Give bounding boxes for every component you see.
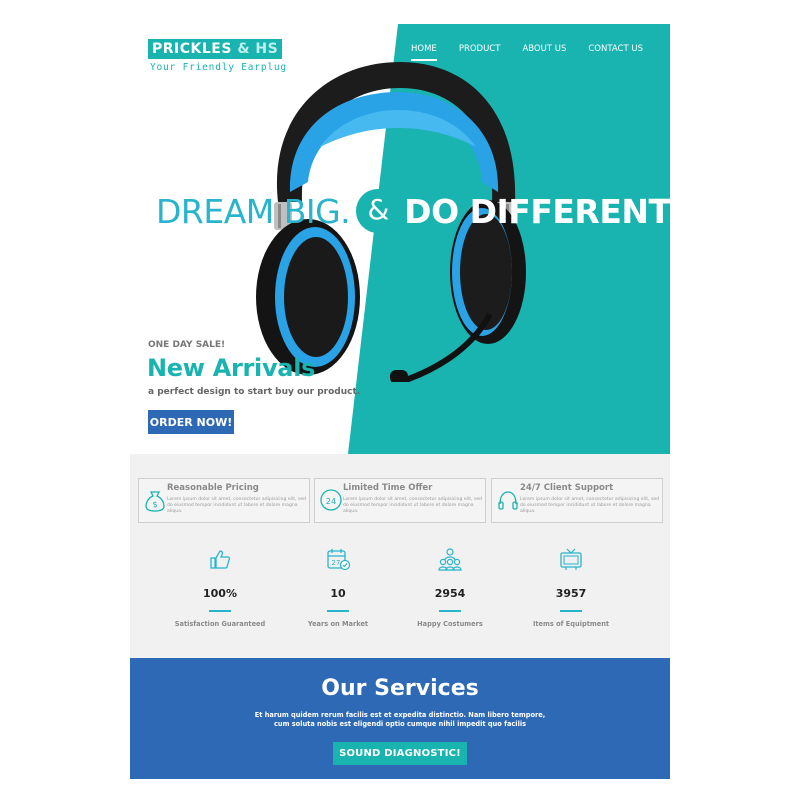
svg-text:$: $ bbox=[152, 500, 157, 509]
brand-amp: & HS bbox=[237, 41, 279, 57]
stat-years: 27 10 Years on Market bbox=[278, 546, 398, 628]
stat-value: 3957 bbox=[555, 587, 587, 600]
hero-headline: DREAM BIG. & DO DIFFERENT bbox=[156, 188, 670, 233]
stat-label: Happy Costumers bbox=[417, 619, 483, 628]
nav-about-us[interactable]: ABOUT US bbox=[511, 43, 577, 55]
feature-card-offer: 24 Limited Time Offer Lorem ipsum dolor … bbox=[314, 478, 486, 523]
brand-name: PRICKLES bbox=[152, 41, 232, 57]
hero-section: PRICKLES & HS Your Friendly Earplug HOME… bbox=[130, 24, 670, 454]
landing-page: PRICKLES & HS Your Friendly Earplug HOME… bbox=[130, 24, 670, 779]
stat-satisfaction: 100% Satisfaction Guaranteed bbox=[160, 546, 280, 628]
stat-value: 10 bbox=[330, 587, 346, 600]
new-arrivals-title: New Arrivals bbox=[147, 354, 316, 382]
stat-divider bbox=[327, 610, 349, 612]
feature-text: Lorem ipsum dolor sit amet, consectetur … bbox=[167, 497, 307, 515]
stat-equipment: 3957 Items of Equiptment bbox=[511, 546, 631, 628]
services-text-line: Et harum quidem rerum facilis est et exp… bbox=[254, 711, 546, 719]
feature-text: Lorem ipsum dolor sit amet, consectetur … bbox=[343, 497, 483, 515]
svg-text:24: 24 bbox=[326, 497, 336, 506]
services-text: Et harum quidem rerum facilis est et exp… bbox=[130, 711, 670, 729]
tv-icon bbox=[560, 548, 582, 570]
people-icon bbox=[438, 548, 462, 571]
hero-subtitle: a perfect design to start buy our produc… bbox=[148, 387, 361, 397]
24h-clock-icon: 24 bbox=[320, 489, 342, 511]
nav-home[interactable]: HOME bbox=[400, 43, 448, 61]
main-nav: HOME PRODUCT ABOUT US CONTACT US bbox=[400, 43, 654, 61]
headphones-icon bbox=[498, 491, 518, 510]
svg-text:27: 27 bbox=[332, 559, 341, 567]
order-now-button[interactable]: ORDER NOW! bbox=[148, 410, 234, 434]
stat-label: Items of Equiptment bbox=[532, 619, 610, 628]
stat-value: 100% bbox=[203, 587, 237, 600]
headline-amp-circle: & bbox=[356, 188, 401, 233]
services-text-line: cum soluta nobis est eligendi optio cumq… bbox=[273, 720, 527, 728]
stat-customers: 2954 Happy Costumers bbox=[390, 546, 510, 628]
feature-title: Limited Time Offer bbox=[343, 483, 433, 493]
stat-label: Years on Market bbox=[307, 619, 369, 628]
brand-name-box: PRICKLES & HS bbox=[148, 39, 283, 59]
stat-divider bbox=[209, 610, 231, 612]
feature-title: 24/7 Client Support bbox=[520, 483, 614, 493]
headline-do-different: DO DIFFERENT bbox=[404, 192, 670, 231]
sound-diagnostic-button[interactable]: SOUND DIAGNOSTIC! bbox=[333, 742, 467, 765]
thumbs-up-icon bbox=[210, 550, 231, 569]
money-bag-icon: $ bbox=[145, 491, 165, 512]
stat-divider bbox=[560, 610, 582, 612]
stat-label: Satisfaction Guaranteed bbox=[174, 619, 266, 628]
feature-card-support: 24/7 Client Support Lorem ipsum dolor si… bbox=[491, 478, 663, 523]
stat-value: 2954 bbox=[434, 587, 466, 600]
feature-title: Reasonable Pricing bbox=[167, 483, 259, 493]
calendar-icon: 27 bbox=[327, 549, 351, 571]
nav-contact-us[interactable]: CONTACT US bbox=[577, 43, 654, 55]
brand-logo[interactable]: PRICKLES & HS Your Friendly Earplug bbox=[148, 38, 287, 73]
nav-product[interactable]: PRODUCT bbox=[448, 43, 512, 55]
headline-dream-big: DREAM BIG. bbox=[156, 192, 351, 231]
services-title: Our Services bbox=[321, 676, 479, 701]
services-section: Our Services Et harum quidem rerum facil… bbox=[130, 658, 670, 779]
feature-text: Lorem ipsum dolor sit amet, consectetur … bbox=[520, 497, 660, 515]
sale-label: ONE DAY SALE! bbox=[148, 340, 226, 350]
brand-tagline: Your Friendly Earplug bbox=[150, 62, 287, 73]
stat-divider bbox=[439, 610, 461, 612]
features-section: $ Reasonable Pricing Lorem ipsum dolor s… bbox=[130, 454, 670, 658]
feature-card-pricing: $ Reasonable Pricing Lorem ipsum dolor s… bbox=[138, 478, 310, 523]
